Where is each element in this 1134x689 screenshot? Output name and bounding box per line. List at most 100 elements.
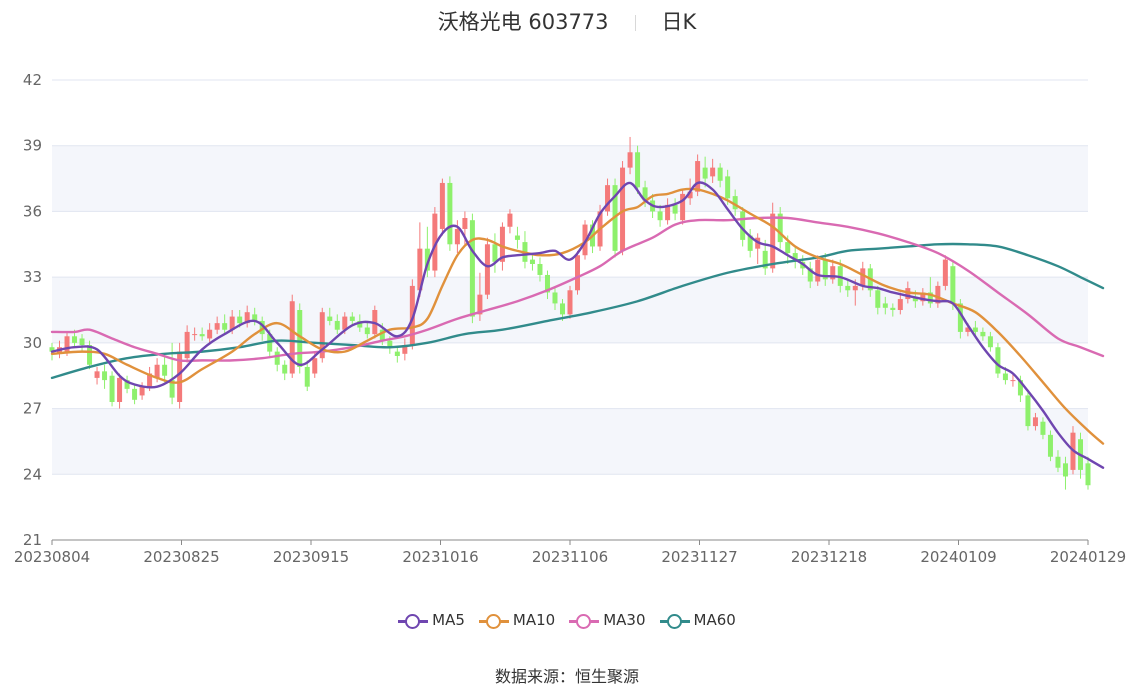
x-tick-label: 20231218 (791, 548, 867, 566)
data-source: 数据来源：恒生聚源 (0, 663, 1134, 687)
legend-item-ma5[interactable]: MA5 (398, 611, 465, 629)
y-tick-label: 21 (23, 531, 42, 549)
candle-body (995, 347, 1001, 374)
candle-body (79, 338, 85, 346)
candle-body (1010, 380, 1016, 382)
candle-body (274, 351, 280, 365)
candle-body (882, 303, 888, 308)
candle-body (207, 329, 213, 339)
candle-body (559, 303, 565, 315)
candle-body (447, 182, 453, 245)
candle-body (102, 371, 108, 381)
legend-item-ma30[interactable]: MA30 (569, 611, 646, 629)
legend-label: MA30 (603, 611, 646, 629)
candle-body (439, 182, 445, 229)
candle-body (695, 161, 701, 192)
y-tick-label: 36 (23, 202, 42, 220)
candle-body (514, 235, 520, 240)
candle-body (1062, 463, 1068, 477)
legend-label: MA10 (512, 611, 556, 629)
candle-body (364, 327, 370, 335)
candle-body (492, 244, 498, 262)
candle-body (567, 290, 573, 315)
candle-body (1002, 373, 1008, 381)
x-tick-label: 20240109 (920, 548, 996, 566)
legend-item-ma10[interactable]: MA10 (478, 611, 556, 629)
candle-body (725, 176, 731, 199)
x-tick-label: 20230915 (273, 548, 349, 566)
legend-marker-icon (659, 613, 690, 629)
candle-body (192, 334, 198, 336)
candle-body (537, 264, 543, 275)
candle-body (154, 364, 160, 378)
candle-body (875, 290, 881, 308)
candle-body (304, 366, 310, 387)
candle-body (117, 377, 123, 402)
candle-body (575, 255, 581, 291)
candle-body (469, 220, 475, 317)
legend-label: MA60 (693, 611, 736, 629)
candle-body (717, 167, 723, 181)
candle-body (327, 316, 333, 321)
candle-body (815, 259, 821, 282)
x-tick-label: 20230825 (143, 548, 219, 566)
candle-body (1025, 395, 1031, 427)
candle-body (942, 259, 948, 286)
candle-body (785, 242, 791, 254)
legend-marker-icon (569, 613, 600, 629)
candle-body (109, 375, 115, 402)
legend-item-ma60[interactable]: MA60 (659, 611, 736, 629)
candle-body (132, 388, 138, 400)
y-tick-label: 39 (23, 137, 42, 155)
y-tick-label: 24 (23, 465, 42, 483)
x-tick-label: 20231016 (402, 548, 478, 566)
candle-body (852, 285, 858, 291)
grid-band (52, 145, 1088, 212)
candle-body (972, 327, 978, 332)
grid-band (52, 408, 1088, 475)
candle-body (980, 331, 986, 337)
candle-body (1085, 463, 1091, 486)
candle-body (454, 228, 460, 245)
x-tick-label: 20240129 (1050, 548, 1126, 566)
candle-body (672, 204, 678, 214)
candle-body (282, 364, 288, 374)
candle-body (214, 323, 220, 330)
candle-body (237, 316, 243, 324)
candle-body (1047, 434, 1053, 457)
candle-body (394, 351, 400, 356)
y-tick-label: 33 (23, 268, 42, 286)
candle-body (627, 152, 633, 168)
candle-body (620, 167, 626, 251)
x-tick-label: 20231127 (661, 548, 737, 566)
source-value: 恒生聚源 (575, 667, 640, 686)
legend-marker-icon (398, 613, 429, 629)
candlestick-chart: 21 24 27 30 33 36 39 42 20230804 20230825 20230915… (14, 71, 1126, 566)
candle-body (312, 358, 318, 374)
candle-body (162, 364, 168, 376)
candle-body (1032, 417, 1038, 427)
candle-body (349, 316, 355, 321)
candle-body (702, 167, 708, 179)
candle-body (657, 211, 663, 221)
candle-body (94, 371, 100, 378)
source-label: 数据来源： (494, 667, 575, 686)
candle-body (462, 218, 468, 229)
candle-body (1055, 456, 1061, 468)
candle-body (72, 336, 78, 343)
candle-body (1040, 421, 1046, 435)
candle-body (635, 152, 641, 188)
y-tick-label: 27 (23, 400, 42, 418)
candle-body (484, 244, 490, 295)
candle-body (222, 323, 228, 330)
candle-body (950, 266, 956, 304)
candle-body (890, 307, 896, 310)
candle-body (334, 320, 340, 330)
candle-body (770, 213, 776, 269)
candle-body (507, 213, 513, 227)
candle-body (199, 334, 205, 337)
y-tick-label: 30 (23, 334, 42, 352)
legend-marker-icon (478, 613, 509, 629)
candle-body (845, 285, 851, 291)
legend-label: MA5 (432, 611, 465, 629)
